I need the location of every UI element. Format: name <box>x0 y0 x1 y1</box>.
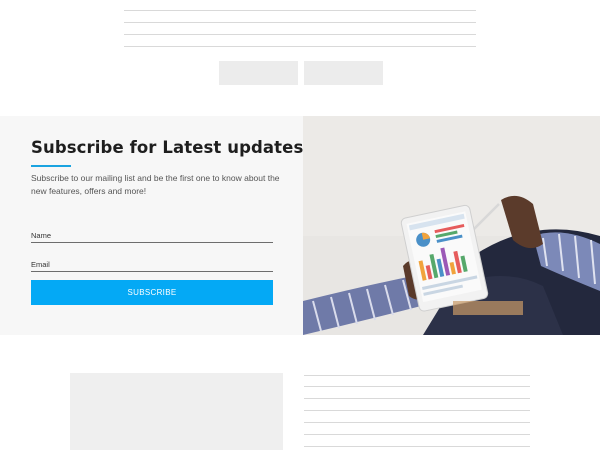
placeholder-line <box>304 410 530 411</box>
placeholder-line <box>124 34 476 35</box>
placeholder-button-right[interactable] <box>304 61 383 85</box>
subscribe-button[interactable]: SUBSCRIBE <box>31 280 273 305</box>
subscribe-title: Subscribe for Latest updates <box>31 138 304 157</box>
placeholder-line <box>124 22 476 23</box>
subscribe-section: Subscribe for Latest updates Subscribe t… <box>0 116 600 335</box>
name-field <box>31 225 273 244</box>
page: Subscribe for Latest updates Subscribe t… <box>0 0 600 450</box>
subscribe-description: Subscribe to our mailing list and be the… <box>31 173 280 196</box>
placeholder-line <box>304 386 530 387</box>
placeholder-line <box>124 46 476 47</box>
placeholder-line <box>304 446 530 447</box>
email-field <box>31 254 273 273</box>
placeholder-line <box>124 10 476 11</box>
subscribe-panel: Subscribe for Latest updates Subscribe t… <box>0 116 303 335</box>
placeholder-line <box>304 398 530 399</box>
placeholder-button-left[interactable] <box>219 61 298 85</box>
email-input[interactable] <box>31 256 273 273</box>
placeholder-line <box>304 434 530 435</box>
person-holding-tablet-image <box>303 116 600 335</box>
placeholder-line <box>304 422 530 423</box>
hero-image <box>303 116 600 335</box>
name-input[interactable] <box>31 227 273 244</box>
placeholder-line <box>304 375 530 376</box>
title-underline <box>31 165 71 167</box>
bottom-placeholder-box <box>70 373 283 450</box>
